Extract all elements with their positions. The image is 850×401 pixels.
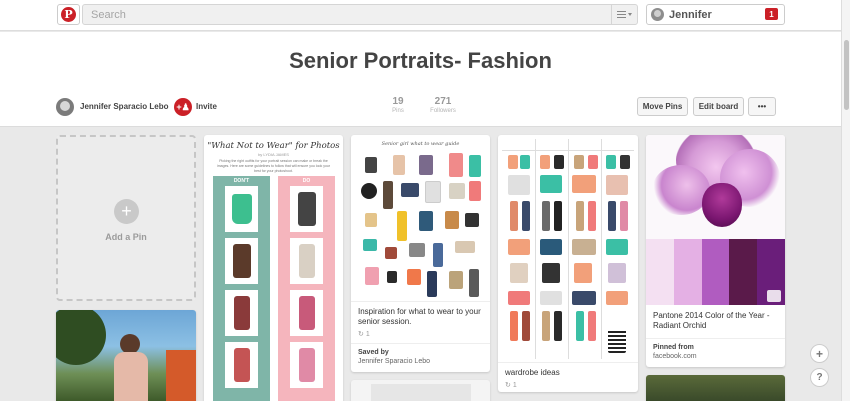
add-pin-label: Add a Pin — [105, 232, 147, 242]
saved-by-link[interactable]: Jennifer Sparacio Lebo — [358, 358, 430, 365]
infographic-title: "What Not to Wear" for Photos — [207, 141, 340, 151]
do-label: DO — [302, 178, 311, 184]
more-options-button[interactable]: ••• — [748, 97, 776, 116]
add-pin-plus-icon: + — [114, 199, 139, 224]
search-bar — [82, 4, 638, 25]
pin-card-senior-guide[interactable]: Senior girl what to wear guide Inspirati… — [351, 135, 490, 372]
do-column: DO — [278, 176, 335, 401]
infographic-byline: by LYDIA JAMES — [258, 152, 289, 157]
pin-card-wardrobe[interactable]: wardrobe ideas ↻ 1 — [498, 135, 638, 392]
guide-image — [357, 151, 484, 299]
pinned-from-label: Pinned from — [653, 344, 694, 351]
pin-description: wardrobe ideas — [505, 368, 560, 377]
repin-count: ↻ 1 — [505, 382, 517, 389]
owner-name-link[interactable]: Jennifer Sparacio Lebo — [80, 102, 168, 111]
notification-badge[interactable]: 1 — [765, 8, 778, 20]
top-bar: P Jennifer 1 — [0, 0, 850, 31]
user-name: Jennifer — [669, 9, 712, 21]
invite-link[interactable]: Invite — [196, 102, 217, 111]
category-menu-button[interactable] — [611, 5, 637, 24]
help-button[interactable]: ? — [810, 368, 829, 387]
guide-header: Senior girl what to wear guide — [381, 141, 460, 147]
pinned-from-link[interactable]: facebook.com — [653, 353, 697, 360]
dont-column: DON'T — [213, 176, 270, 401]
scrollbar-thumb[interactable] — [844, 40, 849, 110]
pin-card-photo[interactable] — [56, 310, 196, 401]
pin-description: Inspiration for what to wear to your sen… — [358, 307, 481, 326]
pins-label: Pins — [392, 108, 404, 114]
person-head — [120, 334, 140, 354]
saved-by-label: Saved by — [358, 349, 389, 356]
pinterest-logo[interactable]: P — [57, 4, 80, 25]
hamburger-icon — [617, 11, 626, 18]
add-pin-card[interactable]: + Add a Pin — [56, 135, 196, 301]
pins-count: 19 — [392, 96, 404, 107]
person-dress — [114, 352, 148, 401]
edit-board-button[interactable]: Edit board — [693, 97, 744, 116]
owner-avatar[interactable] — [56, 98, 74, 116]
pin-card-what-not-to-wear[interactable]: "What Not to Wear" for Photos by LYDIA J… — [204, 135, 343, 401]
pin-card-landscape[interactable] — [646, 375, 785, 401]
wardrobe-image — [502, 139, 634, 359]
board-header: Senior Portraits- Fashion Jennifer Spara… — [0, 32, 841, 127]
pin-card-next[interactable] — [351, 380, 490, 401]
pantone-swatches — [646, 239, 785, 305]
page-scrollbar[interactable] — [841, 0, 850, 401]
infographic-intro: Picking the right outfits for your portr… — [216, 159, 331, 173]
pin-card-pantone[interactable]: Pantone 2014 Color of the Year - Radiant… — [646, 135, 785, 367]
search-input[interactable] — [83, 5, 603, 25]
pin-description: Pantone 2014 Color of the Year - Radiant… — [653, 311, 770, 330]
pinterest-p-icon: P — [61, 7, 76, 22]
user-avatar — [651, 8, 664, 21]
move-pins-button[interactable]: Move Pins — [637, 97, 688, 116]
followers-count: 271 — [434, 96, 452, 107]
repin-count: ↻ 1 — [358, 331, 370, 338]
add-pin-float-button[interactable]: + — [810, 344, 829, 363]
board-title: Senior Portraits- Fashion — [289, 48, 552, 73]
dont-label: DON'T — [233, 178, 250, 184]
background-tree — [166, 350, 196, 401]
invite-icon[interactable]: +♟ — [174, 98, 192, 116]
chevron-down-icon — [628, 13, 632, 16]
followers-stat[interactable]: 271 Followers — [428, 96, 458, 114]
followers-label: Followers — [430, 108, 456, 114]
pins-stat[interactable]: 19 Pins — [388, 96, 408, 114]
user-menu[interactable]: Jennifer 1 — [646, 4, 785, 25]
orchid-image — [646, 135, 785, 239]
